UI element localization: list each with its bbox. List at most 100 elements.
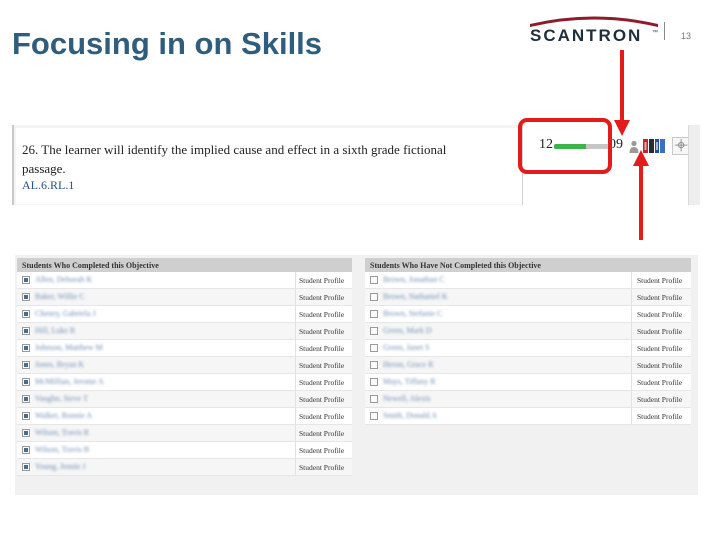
student-name-link[interactable]: Wilson, Travis B — [35, 445, 89, 454]
checked-checkbox[interactable] — [22, 378, 30, 386]
cell-divider — [631, 306, 632, 323]
student-profile-link[interactable]: Student Profile — [299, 378, 344, 387]
cell-divider — [631, 272, 632, 289]
student-name-link[interactable]: Hill, Luke R — [35, 326, 75, 335]
list-item: Heron, Grace R Student Profile — [365, 357, 691, 374]
student-profile-link[interactable]: Student Profile — [299, 446, 344, 455]
checked-checkbox[interactable] — [22, 361, 30, 369]
arrow-up-icon — [633, 150, 649, 240]
student-name-link[interactable]: Green, Mark D — [383, 326, 432, 335]
student-profile-link[interactable]: Student Profile — [637, 310, 682, 319]
student-name-link[interactable]: Allen, Deborah K — [35, 275, 92, 284]
student-name-link[interactable]: Wilson, Travis R — [35, 428, 89, 437]
student-name-link[interactable]: Young, Jennie J — [35, 462, 86, 471]
unchecked-checkbox[interactable] — [370, 310, 378, 318]
not-completed-list-header: Students Who Have Not Completed this Obj… — [365, 258, 691, 272]
list-item: Jones, Bryan K Student Profile — [17, 357, 352, 374]
cell-divider — [295, 272, 296, 289]
student-profile-link[interactable]: Student Profile — [299, 344, 344, 353]
logo-text: SCANTRON — [530, 26, 643, 45]
student-profile-link[interactable]: Student Profile — [299, 276, 344, 285]
unchecked-checkbox[interactable] — [370, 344, 378, 352]
list-item: Newell, Alexis Student Profile — [365, 391, 691, 408]
list-item: Green, Mark D Student Profile — [365, 323, 691, 340]
list-item: Brown, Jonathan C Student Profile — [365, 272, 691, 289]
not-completed-students-list: Students Who Have Not Completed this Obj… — [365, 258, 691, 425]
unchecked-checkbox[interactable] — [370, 327, 378, 335]
cell-divider — [631, 289, 632, 306]
list-item: Hill, Luke R Student Profile — [17, 323, 352, 340]
student-name-link[interactable]: Smith, Donald A — [383, 411, 437, 420]
student-name-link[interactable]: Green, Janet S — [383, 343, 429, 352]
cell-divider — [295, 408, 296, 425]
student-name-link[interactable]: Brown, Jonathan C — [383, 275, 445, 284]
list-item: Brown, Stefanie C Student Profile — [365, 306, 691, 323]
unchecked-checkbox[interactable] — [370, 276, 378, 284]
student-name-link[interactable]: Johnson, Matthew M — [35, 343, 103, 352]
completed-list-header: Students Who Completed this Objective — [17, 258, 352, 272]
objective-standard-code: AL.6.RL.1 — [22, 178, 75, 192]
student-profile-link[interactable]: Student Profile — [299, 412, 344, 421]
student-name-link[interactable]: McMillian, Jerome A — [35, 377, 104, 386]
checked-checkbox[interactable] — [22, 293, 30, 301]
cell-divider — [295, 374, 296, 391]
unchecked-checkbox[interactable] — [370, 412, 378, 420]
header-divider — [664, 22, 665, 40]
student-name-link[interactable]: Brown, Stefanie C — [383, 309, 442, 318]
checked-checkbox[interactable] — [22, 310, 30, 318]
student-profile-link[interactable]: Student Profile — [299, 327, 344, 336]
student-profile-link[interactable]: Student Profile — [637, 395, 682, 404]
list-item: Baker, Willie C Student Profile — [17, 289, 352, 306]
list-item: Walker, Ronnie A Student Profile — [17, 408, 352, 425]
cell-divider — [295, 357, 296, 374]
unchecked-checkbox[interactable] — [370, 293, 378, 301]
student-profile-link[interactable]: Student Profile — [637, 378, 682, 387]
student-name-link[interactable]: Jones, Bryan K — [35, 360, 84, 369]
scroll-column — [688, 125, 700, 205]
progress-highlight-box — [518, 118, 612, 174]
student-profile-link[interactable]: Student Profile — [299, 361, 344, 370]
unchecked-checkbox[interactable] — [370, 361, 378, 369]
list-item: Johnson, Matthew M Student Profile — [17, 340, 352, 357]
student-name-link[interactable]: Vaughn, Steve T — [35, 394, 88, 403]
checked-checkbox[interactable] — [22, 276, 30, 284]
student-profile-link[interactable]: Student Profile — [637, 412, 682, 421]
student-profile-link[interactable]: Student Profile — [299, 310, 344, 319]
logo-trademark: ™ — [652, 30, 658, 36]
student-profile-link[interactable]: Student Profile — [299, 293, 344, 302]
checked-checkbox[interactable] — [22, 327, 30, 335]
cell-divider — [295, 340, 296, 357]
list-item: Allen, Deborah K Student Profile — [17, 272, 352, 289]
student-name-link[interactable]: Heron, Grace R — [383, 360, 433, 369]
cell-divider — [631, 340, 632, 357]
student-profile-link[interactable]: Student Profile — [637, 327, 682, 336]
student-profile-link[interactable]: Student Profile — [637, 293, 682, 302]
checked-checkbox[interactable] — [22, 429, 30, 437]
student-name-link[interactable]: Mays, Tiffany R — [383, 377, 436, 386]
unchecked-checkbox[interactable] — [370, 395, 378, 403]
completed-students-list: Students Who Completed this Objective Al… — [17, 258, 352, 476]
student-profile-link[interactable]: Student Profile — [637, 361, 682, 370]
cell-divider — [631, 374, 632, 391]
student-profile-link[interactable]: Student Profile — [299, 463, 344, 472]
checked-checkbox[interactable] — [22, 412, 30, 420]
student-name-link[interactable]: Walker, Ronnie A — [35, 411, 92, 420]
student-name-link[interactable]: Brown, Nathaniel K — [383, 292, 448, 301]
student-name-link[interactable]: Newell, Alexis — [383, 394, 431, 403]
student-profile-link[interactable]: Student Profile — [637, 344, 682, 353]
student-name-link[interactable]: Baker, Willie C — [35, 292, 85, 301]
cell-divider — [295, 425, 296, 442]
checked-checkbox[interactable] — [22, 446, 30, 454]
student-profile-link[interactable]: Student Profile — [637, 276, 682, 285]
checked-checkbox[interactable] — [22, 463, 30, 471]
student-profile-link[interactable]: Student Profile — [299, 429, 344, 438]
list-item: Wilson, Travis B Student Profile — [17, 442, 352, 459]
slide-title: Focusing in on Skills — [12, 26, 323, 61]
list-item: Green, Janet S Student Profile — [365, 340, 691, 357]
checked-checkbox[interactable] — [22, 395, 30, 403]
unchecked-checkbox[interactable] — [370, 378, 378, 386]
student-name-link[interactable]: Cheney, Gabriela J — [35, 309, 96, 318]
student-profile-link[interactable]: Student Profile — [299, 395, 344, 404]
checked-checkbox[interactable] — [22, 344, 30, 352]
scantron-logo: SCANTRON ™ — [528, 16, 660, 46]
